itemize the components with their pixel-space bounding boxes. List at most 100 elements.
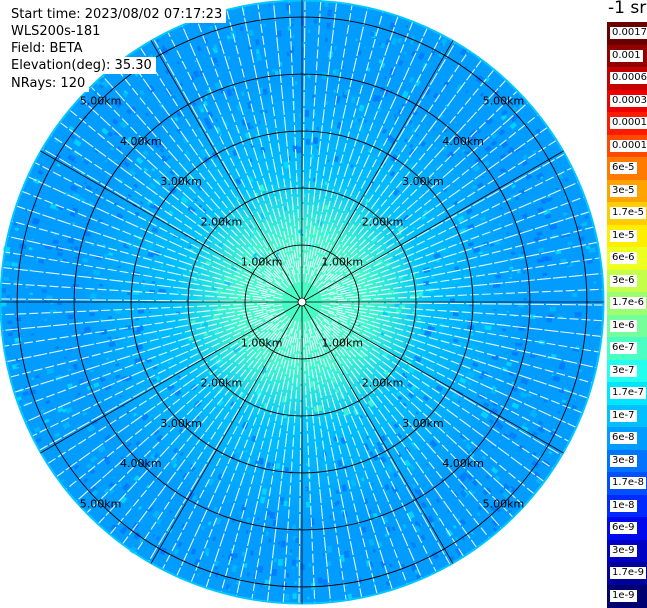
speckle-cell bbox=[324, 37, 329, 42]
colorbar-level-label: 6e-7 bbox=[610, 342, 637, 355]
colorbar-level-label: 1e-9 bbox=[610, 589, 637, 602]
speckle-cell bbox=[417, 317, 421, 321]
speckle-cell bbox=[457, 306, 461, 309]
speckle-cell bbox=[284, 593, 290, 601]
speckle-cell bbox=[329, 515, 332, 519]
speckle-cell bbox=[303, 194, 306, 197]
colorbar-level-label: 1.7e-5 bbox=[610, 207, 647, 220]
speckle-cell bbox=[265, 531, 269, 536]
radar-center-marker bbox=[297, 297, 307, 307]
colorbar-level-label: 3e-7 bbox=[610, 364, 637, 377]
instrument-label: WLS200s-181 bbox=[11, 23, 105, 40]
speckle-cell bbox=[142, 285, 145, 287]
speckle-cell bbox=[29, 292, 33, 295]
speckle-cell bbox=[286, 52, 290, 57]
elevation-label: Elevation(deg): 35.30 bbox=[11, 57, 156, 74]
speckle-cell bbox=[593, 281, 596, 284]
range-ring-label: 5.00km bbox=[80, 95, 122, 108]
speckle-cell bbox=[549, 306, 557, 312]
speckle-cell bbox=[6, 295, 10, 298]
speckle-cell bbox=[274, 70, 279, 76]
speckle-cell bbox=[7, 320, 13, 325]
range-ring-label: 1.00km bbox=[241, 256, 283, 269]
speckle-cell bbox=[114, 326, 117, 329]
speckle-cell bbox=[314, 19, 318, 24]
speckle-cell bbox=[263, 23, 266, 28]
range-ring-label: 3.00km bbox=[402, 417, 444, 430]
colorbar-level-label: 1e-7 bbox=[610, 409, 637, 422]
speckle-cell bbox=[280, 540, 286, 548]
speckle-cell bbox=[271, 568, 278, 576]
speckle-cell bbox=[516, 270, 521, 274]
speckle-cell bbox=[300, 563, 305, 571]
speckle-cell bbox=[289, 549, 293, 553]
speckle-cell bbox=[305, 128, 308, 131]
speckle-cell bbox=[452, 311, 459, 317]
speckle-cell bbox=[41, 289, 47, 293]
speckle-cell bbox=[277, 541, 281, 545]
speckle-cell bbox=[574, 311, 582, 317]
speckle-cell bbox=[495, 274, 502, 280]
colorbar-level-label: 1e-6 bbox=[610, 319, 637, 332]
speckle-cell bbox=[275, 462, 281, 470]
speckle-cell bbox=[292, 19, 294, 22]
speckle-cell bbox=[546, 317, 553, 323]
speckle-cell bbox=[25, 286, 28, 289]
speckle-cell bbox=[273, 557, 277, 563]
speckle-cell bbox=[3, 276, 10, 281]
speckle-cell bbox=[99, 283, 104, 287]
speckle-cell bbox=[295, 563, 299, 567]
speckle-cell bbox=[84, 326, 91, 331]
speckle-cell bbox=[279, 501, 282, 504]
speckle-cell bbox=[307, 596, 310, 600]
colorbar-level-label: 0.001 bbox=[610, 49, 643, 62]
speckle-cell bbox=[283, 161, 290, 169]
speckle-cell bbox=[142, 280, 145, 283]
speckle-cell bbox=[92, 292, 95, 294]
range-ring-label: 4.00km bbox=[442, 457, 484, 470]
range-ring-label: 1.00km bbox=[241, 336, 283, 349]
speckle-cell bbox=[148, 311, 151, 314]
speckle-cell bbox=[89, 312, 95, 317]
range-ring-label: 3.00km bbox=[160, 417, 202, 430]
colorbar-level-label: 1e-5 bbox=[610, 229, 637, 242]
speckle-cell bbox=[312, 94, 315, 99]
speckle-cell bbox=[44, 319, 48, 322]
speckle-cell bbox=[316, 146, 319, 149]
speckle-cell bbox=[322, 553, 325, 556]
speckle-cell bbox=[304, 110, 310, 117]
colorbar: 0.0017 0.001 0.0006 0.0003 0.00017 0.0001 6e-5… bbox=[607, 22, 647, 608]
speckle-cell bbox=[93, 270, 101, 276]
speckle-cell bbox=[291, 559, 297, 566]
speckle-cell bbox=[298, 113, 302, 118]
speckle-cell bbox=[38, 259, 45, 264]
speckle-cell bbox=[295, 537, 299, 543]
speckle-cell bbox=[317, 577, 323, 584]
speckle-cell bbox=[294, 581, 297, 585]
colorbar-level-label: 6e-5 bbox=[610, 162, 637, 175]
speckle-cell bbox=[132, 290, 140, 295]
speckle-cell bbox=[469, 304, 473, 307]
speckle-cell bbox=[292, 35, 295, 39]
range-ring-label: 3.00km bbox=[160, 175, 202, 188]
start-time-label: Start time: 2023/08/02 07:17:23 bbox=[11, 6, 227, 23]
speckle-cell bbox=[127, 292, 131, 296]
range-ring-label: 4.00km bbox=[442, 135, 484, 148]
colorbar-level-label: 6e-8 bbox=[610, 432, 637, 445]
speckle-cell bbox=[454, 280, 458, 284]
colorbar-level-label: 0.0001 bbox=[610, 139, 647, 152]
header-info: Start time: 2023/08/02 07:17:23 WLS200s-… bbox=[11, 6, 227, 92]
speckle-cell bbox=[334, 68, 340, 76]
speckle-cell bbox=[272, 68, 275, 73]
colorbar-level-label: 0.00017 bbox=[610, 117, 647, 130]
speckle-cell bbox=[510, 273, 513, 276]
speckle-cell bbox=[509, 276, 512, 279]
speckle-cell bbox=[305, 139, 310, 145]
colorbar-level-label: 0.0006 bbox=[610, 72, 647, 85]
field-label: Field: BETA bbox=[11, 40, 87, 57]
speckle-cell bbox=[523, 298, 527, 301]
speckle-cell bbox=[283, 500, 288, 507]
speckle-cell bbox=[177, 290, 181, 293]
colorbar-level-label: 1.7e-9 bbox=[610, 567, 647, 580]
speckle-cell bbox=[50, 302, 54, 305]
